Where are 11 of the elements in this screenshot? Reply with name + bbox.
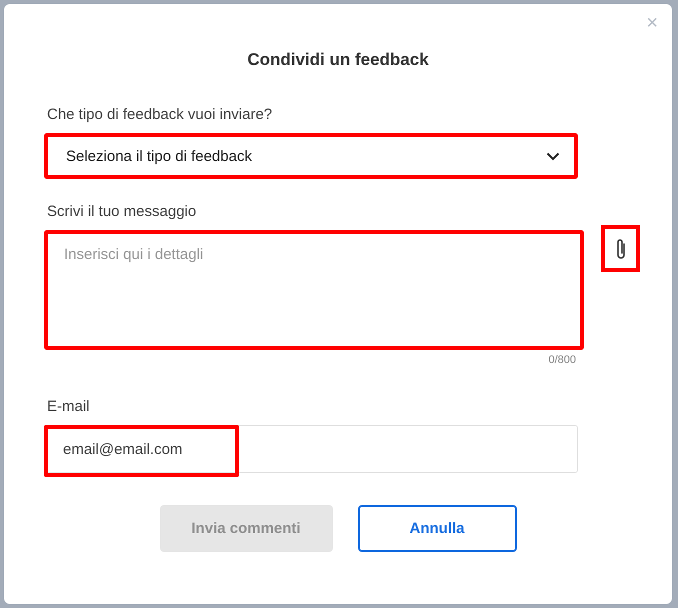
message-field[interactable]: Inserisci qui i dettagli	[44, 230, 584, 350]
character-counter: 0/800	[548, 354, 576, 366]
field-label: E-mail	[47, 398, 91, 415]
cancel-button[interactable]: Annulla	[358, 505, 516, 552]
chevron-down-icon	[546, 152, 560, 160]
dialog-title: Condividi un feedback	[246, 50, 430, 70]
attach-button[interactable]	[601, 225, 640, 272]
feedback-type-dropdown[interactable]: Seleziona il tipo di feedback	[44, 133, 578, 179]
field-label: Che tipo di feedback vuoi inviare?	[47, 106, 274, 123]
field-label: Scrivi il tuo messaggio	[47, 203, 198, 220]
paperclip-icon	[614, 236, 626, 260]
